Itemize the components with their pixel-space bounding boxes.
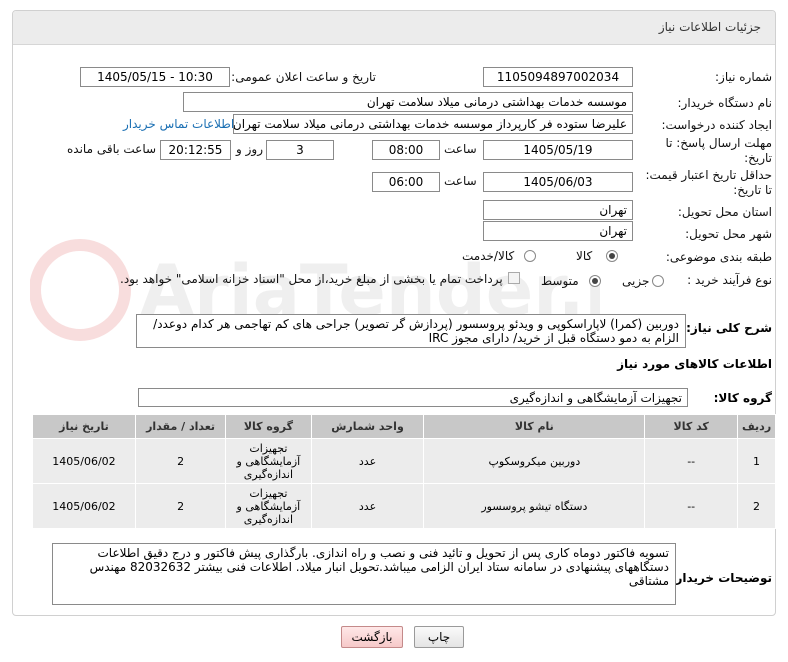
cell-group: تجهیزات آزمایشگاهی و اندازه‌گیری bbox=[225, 483, 312, 529]
process-radio-medium[interactable] bbox=[589, 275, 601, 287]
back-button[interactable]: بازگشت bbox=[341, 626, 403, 648]
cell-code: -- bbox=[644, 438, 739, 484]
description-textarea[interactable]: دوربین (کمرا) لاپاراسکوپی و ویدئو پروسسو… bbox=[136, 314, 686, 348]
announce-datetime-field: 1405/05/15 - 10:30 bbox=[80, 67, 230, 87]
cell-name: دستگاه تیشو پروسسور bbox=[423, 483, 646, 529]
deadline-time-field: 08:00 bbox=[372, 140, 440, 160]
cell-group: تجهیزات آزمایشگاهی و اندازه‌گیری bbox=[225, 438, 312, 484]
remaining-label: ساعت باقی مانده bbox=[67, 142, 157, 156]
validity-time-field: 06:00 bbox=[372, 172, 440, 192]
days-label: روز و bbox=[236, 142, 263, 156]
process-label: نوع فرآیند خرید : bbox=[687, 273, 772, 287]
cell-unit: عدد bbox=[310, 483, 425, 529]
col-code: کد کالا bbox=[644, 414, 739, 439]
col-name: نام کالا bbox=[423, 414, 646, 439]
buyer-field: موسسه خدمات بهداشتی درمانی میلاد سلامت ت… bbox=[183, 92, 633, 112]
province-field: تهران bbox=[483, 200, 633, 220]
cell-qty: 2 bbox=[134, 438, 227, 484]
print-button[interactable]: چاپ bbox=[414, 626, 464, 648]
category-radio-goods[interactable] bbox=[606, 250, 618, 262]
need-number-field: 1105094897002034 bbox=[483, 67, 633, 87]
remaining-time-field: 20:12:55 bbox=[160, 140, 231, 160]
description-label: شرح کلی نیاز: bbox=[686, 321, 772, 335]
goods-group-field: تجهیزات آزمایشگاهی و اندازه‌گیری bbox=[138, 388, 688, 407]
buyer-label: نام دستگاه خریدار: bbox=[677, 96, 773, 110]
category-radio-goods-service[interactable] bbox=[524, 250, 536, 262]
cell-name: دوربین میکروسکوپ bbox=[423, 438, 646, 484]
col-group: گروه کالا bbox=[225, 414, 312, 439]
validity-label: حداقل تاریخ اعتبار قیمت: bbox=[645, 168, 772, 182]
deadline-label: مهلت ارسال پاسخ: تا bbox=[665, 136, 772, 150]
treasury-payment-note: پرداخت تمام یا بخشی از مبلغ خرید،از محل … bbox=[120, 272, 503, 286]
cell-unit: عدد bbox=[310, 438, 425, 484]
panel-header: جزئیات اطلاعات نیاز bbox=[13, 11, 775, 45]
validity-date-field: 1405/06/03 bbox=[483, 172, 633, 192]
cell-date: 1405/06/02 bbox=[32, 483, 136, 529]
goods-table: ردیف کد کالا نام کالا واحد شمارش گروه کا… bbox=[32, 414, 776, 529]
category-option-goods: کالا bbox=[576, 249, 593, 263]
col-date: تاریخ نیاز bbox=[32, 414, 136, 439]
col-qty: تعداد / مقدار bbox=[134, 414, 227, 439]
process-option-minor: جزیی bbox=[622, 274, 650, 288]
announce-label: تاریخ و ساعت اعلان عمومی: bbox=[231, 70, 376, 84]
cell-date: 1405/06/02 bbox=[32, 438, 136, 484]
validity-time-label: ساعت bbox=[444, 174, 477, 188]
city-label: شهر محل تحویل: bbox=[685, 227, 772, 241]
treasury-payment-checkbox[interactable] bbox=[508, 272, 520, 284]
category-option-goods-service: کالا/خدمت bbox=[462, 249, 515, 263]
goods-group-label: گروه کالا: bbox=[713, 391, 772, 405]
table-row: 1 -- دوربین میکروسکوپ عدد تجهیزات آزمایش… bbox=[32, 438, 776, 484]
buyer-notes-textarea[interactable]: تسویه فاکتور دوماه کاری پس از تحویل و تا… bbox=[52, 543, 676, 605]
need-number-label: شماره نیاز: bbox=[715, 70, 772, 84]
cell-row: 1 bbox=[737, 438, 776, 484]
deadline-time-label: ساعت bbox=[444, 142, 477, 156]
deadline-label-date: تاریخ: bbox=[744, 151, 772, 165]
days-remaining-field: 3 bbox=[266, 140, 334, 160]
creator-field: علیرضا ستوده فر کارپرداز موسسه خدمات بهد… bbox=[233, 114, 633, 134]
buyer-notes-label: توضیحات خریدار: bbox=[670, 571, 772, 585]
creator-label: ایجاد کننده درخواست: bbox=[661, 118, 772, 132]
goods-section-title: اطلاعات کالاهای مورد نیاز bbox=[617, 357, 772, 371]
col-row: ردیف bbox=[737, 414, 776, 439]
process-option-medium: متوسط bbox=[541, 274, 579, 288]
cell-code: -- bbox=[644, 483, 739, 529]
process-radio-minor[interactable] bbox=[652, 275, 664, 287]
city-field: تهران bbox=[483, 221, 633, 241]
cell-row: 2 bbox=[737, 483, 776, 529]
category-label: طبقه بندی موضوعی: bbox=[665, 250, 772, 264]
contact-info-link[interactable]: اطلاعات تماس خریدار bbox=[123, 117, 234, 131]
cell-qty: 2 bbox=[134, 483, 227, 529]
col-unit: واحد شمارش bbox=[310, 414, 425, 439]
table-row: 2 -- دستگاه تیشو پروسسور عدد تجهیزات آزم… bbox=[32, 483, 776, 529]
validity-label-date: تا تاریخ: bbox=[733, 183, 772, 197]
panel-title: جزئیات اطلاعات نیاز bbox=[658, 20, 761, 34]
province-label: استان محل تحویل: bbox=[677, 205, 772, 219]
deadline-date-field: 1405/05/19 bbox=[483, 140, 633, 160]
goods-table-header: ردیف کد کالا نام کالا واحد شمارش گروه کا… bbox=[32, 414, 776, 439]
